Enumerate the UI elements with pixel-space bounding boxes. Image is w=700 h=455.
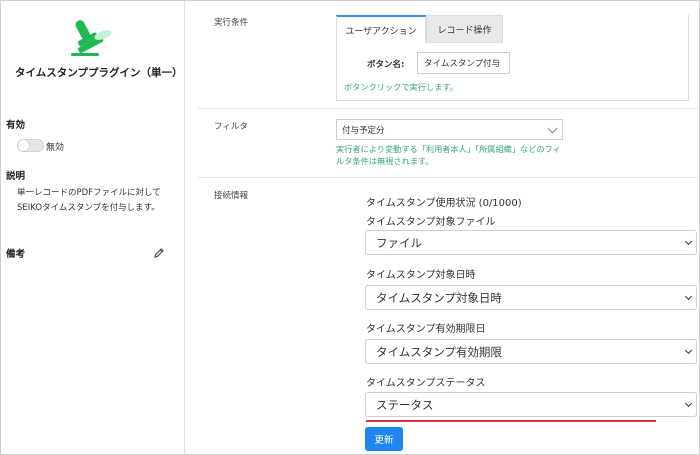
- execution-label: 実行条件: [214, 18, 249, 28]
- enable-toggle[interactable]: [17, 139, 44, 152]
- update-button[interactable]: 更新: [365, 427, 403, 451]
- highlight-underline: [366, 420, 656, 422]
- target-datetime-label: タイムスタンプ対象日時: [366, 270, 476, 281]
- status-value: ステータス: [376, 397, 434, 412]
- pencil-icon[interactable]: [153, 247, 165, 259]
- target-datetime-value: タイムスタンプ対象日時: [376, 290, 502, 305]
- filter-note: 実行者により変動する「利用者本人」「所属組織」などのフィルタ条件は無視されます。: [336, 144, 561, 166]
- target-file-value: ファイル: [376, 235, 422, 250]
- plugin-sidebar: タイムスタンププラグイン（単一） 有効 無効 説明 単一レコードのPDFファイル…: [1, 1, 185, 454]
- filter-select[interactable]: 付与予定分: [336, 119, 563, 140]
- execution-note: ボタンクリックで実行します。: [344, 82, 458, 92]
- target-file-select[interactable]: ファイル: [365, 230, 697, 255]
- chevron-down-icon: [684, 237, 693, 246]
- target-file-label: タイムスタンプ対象ファイル: [366, 217, 496, 228]
- target-datetime-select[interactable]: タイムスタンプ対象日時: [365, 285, 697, 310]
- notes-heading: 備考: [6, 249, 26, 260]
- chevron-down-icon: [684, 292, 693, 301]
- button-name-label: ボタン名:: [367, 60, 405, 70]
- enabled-heading: 有効: [6, 120, 26, 131]
- filter-select-value: 付与予定分: [342, 125, 385, 136]
- expiry-date-select[interactable]: タイムスタンプ有効期限: [365, 339, 697, 364]
- settings-main: 実行条件 ユーザアクション レコード操作 ボタン名: タイムスタンプ付与 ボタン…: [186, 1, 699, 454]
- expiry-date-label: タイムスタンプ有効期限日: [366, 324, 486, 335]
- divider: [198, 177, 698, 178]
- expiry-date-value: タイムスタンプ有効期限: [376, 344, 502, 359]
- divider: [198, 108, 698, 109]
- stamp-icon: [71, 20, 112, 56]
- connection-label: 接続情報: [214, 191, 249, 201]
- chevron-down-icon: [684, 346, 693, 355]
- button-name-input[interactable]: タイムスタンプ付与: [417, 52, 510, 74]
- timestamp-usage: タイムスタンプ使用状況 (0/1000): [366, 198, 522, 209]
- description-text: 単一レコードのPDFファイルに対して SEIKOタイムスタンプを付与します。: [17, 188, 161, 213]
- chevron-down-icon: [684, 399, 693, 408]
- status-select[interactable]: ステータス: [365, 392, 697, 417]
- filter-label: フィルタ: [214, 122, 248, 132]
- plugin-title: タイムスタンププラグイン（単一）: [15, 67, 183, 79]
- tab-user-action[interactable]: ユーザアクション: [336, 15, 426, 43]
- toggle-knob: [18, 140, 29, 151]
- description-heading: 説明: [6, 171, 26, 182]
- toggle-label: 無効: [46, 143, 65, 153]
- tab-record-operation[interactable]: レコード操作: [426, 15, 503, 43]
- status-label: タイムスタンプステータス: [366, 378, 486, 389]
- chevron-down-icon: [547, 123, 558, 134]
